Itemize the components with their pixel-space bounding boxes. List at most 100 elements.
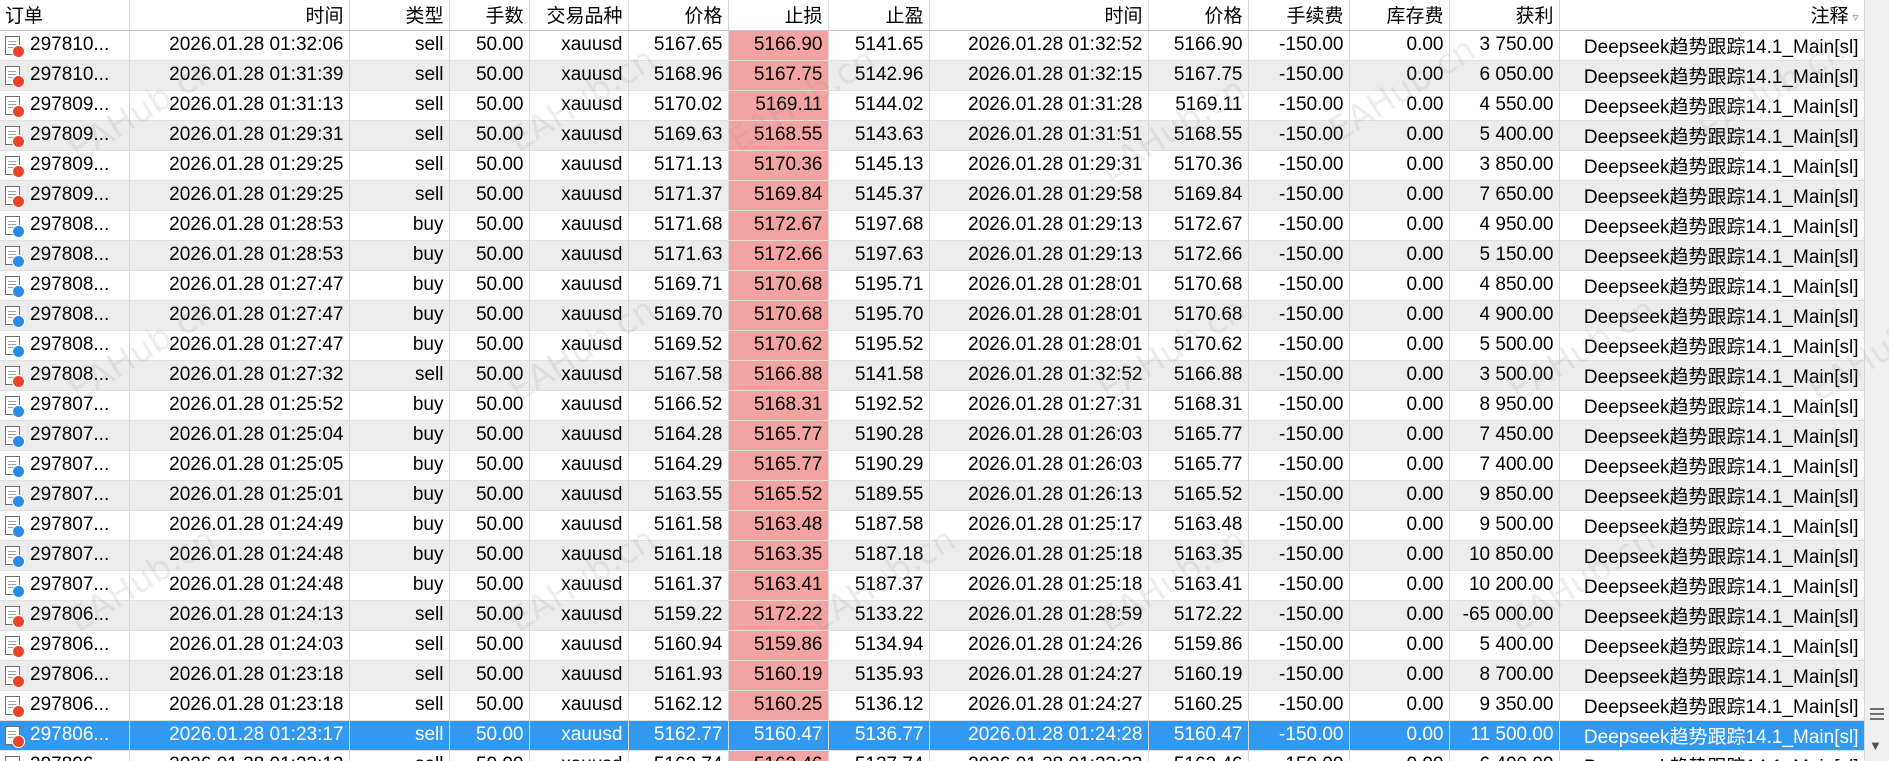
swap-cell: 0.00 (1349, 660, 1450, 691)
swap-cell: 0.00 (1349, 300, 1450, 331)
commission-cell: -150.00 (1248, 750, 1350, 761)
comment-cell: Deepseek趋势跟踪14.1_Main[sl] (1559, 600, 1864, 631)
grip-icon[interactable] (1870, 705, 1884, 727)
table-row[interactable]: 297806... 2026.01.28 01:23:18 sell 50.00 xau… (0, 660, 1864, 691)
swap-cell: 0.00 (1349, 480, 1450, 511)
order-cell: 297806... (0, 660, 130, 691)
table-row[interactable]: 297807... 2026.01.28 01:24:48 buy 50.00 xauu… (0, 540, 1864, 571)
order-cell: 297806... (0, 690, 130, 721)
table-row[interactable]: 297808... 2026.01.28 01:28:53 buy 50.00 xauu… (0, 210, 1864, 241)
comment-cell: Deepseek趋势跟踪14.1_Main[sl] (1559, 720, 1864, 751)
col-header-order[interactable]: 订单 (0, 0, 130, 31)
order-cell: 297807... (0, 390, 130, 421)
col-header-comment[interactable]: 注释 ▿ (1559, 0, 1864, 31)
price-close-cell: 5168.55 (1148, 120, 1249, 151)
comment-cell: Deepseek趋势跟踪14.1_Main[sl] (1559, 360, 1864, 391)
type-cell: sell (349, 600, 450, 631)
buy-marker-icon (12, 524, 25, 538)
chevron-down-icon[interactable]: ▼ (1869, 738, 1882, 753)
table-row[interactable]: 297807... 2026.01.28 01:25:01 buy 50.00 xauu… (0, 480, 1864, 511)
col-header-swap[interactable]: 库存费 (1349, 0, 1450, 31)
time-close-cell: 2026.01.28 01:24:27 (929, 660, 1149, 691)
comment-cell: Deepseek趋势跟踪14.1_Main[sl] (1559, 420, 1864, 451)
table-row[interactable]: 297806... 2026.01.28 01:23:12sell50.00xau… (0, 750, 1864, 761)
order-cell: 297808... (0, 240, 130, 271)
order-cell: 297809... (0, 150, 130, 181)
type-cell: sell (349, 720, 450, 751)
history-table: 订单 时间 类型 手数 交易品种 价格 止损 止盈 时间 价格 手续费 库存费 … (0, 0, 1864, 761)
table-row[interactable]: 297809... 2026.01.28 01:29:31 sell 50.00 xau… (0, 120, 1864, 151)
profit-cell: 6 050.00 (1449, 60, 1560, 91)
comment-cell: Deepseek趋势跟踪14.1_Main[sl] (1559, 480, 1864, 511)
col-header-symbol[interactable]: 交易品种 (529, 0, 629, 31)
table-row[interactable]: 297808... 2026.01.28 01:27:47 buy 50.00 xauu… (0, 330, 1864, 361)
symbol-cell: xauusd (529, 450, 629, 481)
col-header-take-profit[interactable]: 止盈 (828, 0, 930, 31)
col-header-type[interactable]: 类型 (349, 0, 450, 31)
order-cell: 297806... (0, 630, 130, 661)
col-header-time-open[interactable]: 时间 (129, 0, 350, 31)
table-row[interactable]: 297806... 2026.01.28 01:23:18 sell 50.00 xau… (0, 690, 1864, 721)
table-row[interactable]: 297809... 2026.01.28 01:29:25 sell 50.00 xau… (0, 180, 1864, 211)
time-open-cell: 2026.01.28 01:23:17 (129, 720, 350, 751)
table-row[interactable]: 297807... 2026.01.28 01:25:05 buy 50.00 xauu… (0, 450, 1864, 481)
stop-loss-cell: 5170.68 (728, 300, 829, 331)
commission-cell: -150.00 (1248, 660, 1350, 691)
stop-loss-cell: 5169.84 (728, 180, 829, 211)
type-cell: buy (349, 240, 450, 271)
table-row[interactable]: 297807... 2026.01.28 01:25:52 buy 50.00 xauu… (0, 390, 1864, 421)
symbol-cell: xauusd (529, 660, 629, 691)
symbol-cell: xauusd (529, 180, 629, 211)
price-close-cell: 5162.46 (1148, 750, 1249, 761)
profit-cell: 10 200.00 (1449, 570, 1560, 601)
order-cell: 297806... (0, 720, 130, 751)
swap-cell: 0.00 (1349, 360, 1450, 391)
symbol-cell: xauusd (529, 360, 629, 391)
swap-cell: 0.00 (1349, 270, 1450, 301)
table-row[interactable]: 297808... 2026.01.28 01:27:32 sell 50.00 xau… (0, 360, 1864, 391)
order-number: 297807... (30, 484, 110, 505)
table-row[interactable]: 297810... 2026.01.28 01:32:06 sell 50.00 xau… (0, 30, 1864, 61)
table-row[interactable]: 297806... 2026.01.28 01:24:03 sell 50.00 xau… (0, 630, 1864, 661)
col-header-lots[interactable]: 手数 (449, 0, 530, 31)
table-row[interactable]: 297807... 2026.01.28 01:25:04 buy 50.00 xauu… (0, 420, 1864, 451)
col-header-commission[interactable]: 手续费 (1248, 0, 1350, 31)
order-cell: 297810... (0, 60, 130, 91)
col-header-profit[interactable]: 获利 (1449, 0, 1560, 31)
col-header-stop-loss[interactable]: 止损 (728, 0, 829, 31)
vertical-scrollbar[interactable]: ▼ (1864, 0, 1889, 761)
table-row[interactable]: 297807... 2026.01.28 01:24:49 buy 50.00 xauu… (0, 510, 1864, 541)
price-open-cell: 5171.37 (628, 180, 729, 211)
table-row[interactable]: 297810... 2026.01.28 01:31:39 sell 50.00 xau… (0, 60, 1864, 91)
table-body: 297810... 2026.01.28 01:32:06 sell 50.00 xau… (0, 30, 1864, 761)
table-row[interactable]: 297809... 2026.01.28 01:29:25 sell 50.00 xau… (0, 150, 1864, 181)
commission-cell: -150.00 (1248, 720, 1350, 751)
table-row[interactable]: 297807... 2026.01.28 01:24:48 buy 50.00 xauu… (0, 570, 1864, 601)
lots-cell: 50.00 (449, 510, 530, 541)
time-close-cell: 2026.01.28 01:23:33 (929, 750, 1149, 761)
col-header-time-close[interactable]: 时间 (929, 0, 1149, 31)
price-open-cell: 5169.70 (628, 300, 729, 331)
comment-cell: Deepseek趋势跟踪14.1_Main[sl] (1559, 120, 1864, 151)
price-open-cell: 5163.55 (628, 480, 729, 511)
swap-cell: 0.00 (1349, 390, 1450, 421)
price-close-cell: 5163.48 (1148, 510, 1249, 541)
table-row[interactable]: 297806... 2026.01.28 01:24:13 sell 50.00 xau… (0, 600, 1864, 631)
swap-cell: 0.00 (1349, 330, 1450, 361)
col-header-price-open[interactable]: 价格 (628, 0, 729, 31)
profit-cell: 9 350.00 (1449, 690, 1560, 721)
table-row-selected[interactable]: 297806... 2026.01.28 01:23:17 sell 50.00 xau… (0, 720, 1864, 751)
col-header-price-close[interactable]: 价格 (1148, 0, 1249, 31)
table-row[interactable]: 297808... 2026.01.28 01:27:47 buy 50.00 xauu… (0, 300, 1864, 331)
price-open-cell: 5164.28 (628, 420, 729, 451)
stop-loss-cell: 5170.62 (728, 330, 829, 361)
time-close-cell: 2026.01.28 01:32:15 (929, 60, 1149, 91)
take-profit-cell: 5190.29 (828, 450, 930, 481)
table-row[interactable]: 297808... 2026.01.28 01:27:47 buy 50.00 xauu… (0, 270, 1864, 301)
comment-cell: Deepseek趋势跟踪14.1_Main[sl] (1559, 630, 1864, 661)
filter-icon[interactable]: ▿ (1852, 10, 1858, 24)
commission-cell: -150.00 (1248, 570, 1350, 601)
table-row[interactable]: 297808... 2026.01.28 01:28:53 buy 50.00 xauu… (0, 240, 1864, 271)
table-row[interactable]: 297809... 2026.01.28 01:31:13 sell 50.00 xau… (0, 90, 1864, 121)
type-cell: sell (349, 690, 450, 721)
